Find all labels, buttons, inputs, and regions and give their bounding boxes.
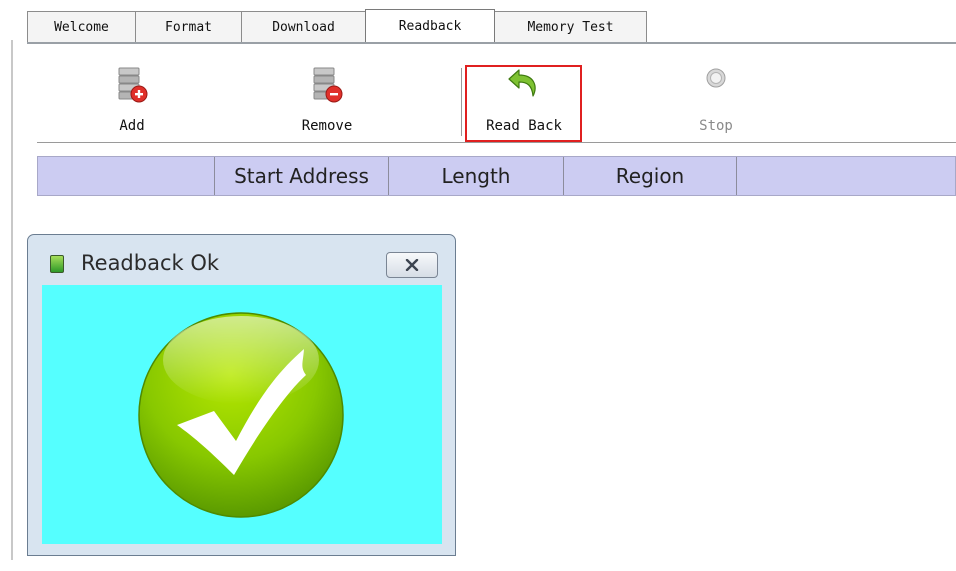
- tab-format[interactable]: Format: [135, 11, 242, 42]
- tab-memory-test-label: Memory Test: [527, 19, 614, 35]
- app-battery-icon: [50, 255, 64, 273]
- dialog-titlebar[interactable]: Readback Ok: [28, 235, 455, 285]
- remove-region-icon: [307, 66, 347, 106]
- add-button[interactable]: Add: [97, 46, 167, 143]
- tab-welcome-label: Welcome: [54, 19, 109, 35]
- remove-button[interactable]: Remove: [287, 46, 367, 143]
- column-header-start-address-label: Start Address: [234, 164, 369, 188]
- stop-label: Stop: [699, 118, 733, 134]
- tab-readback-label: Readback: [398, 18, 462, 34]
- tab-readback[interactable]: Readback: [365, 9, 495, 42]
- remove-label: Remove: [301, 118, 353, 134]
- dialog-close-button[interactable]: [386, 252, 438, 278]
- stop-icon: [696, 66, 736, 106]
- toolbar-separator: [461, 68, 462, 136]
- tab-strip: Welcome Format Download Readback Memory …: [27, 9, 956, 44]
- column-header-length[interactable]: Length: [389, 157, 564, 195]
- tab-download-label: Download: [272, 19, 335, 35]
- dialog-title: Readback Ok: [81, 251, 220, 275]
- add-label: Add: [119, 118, 145, 134]
- dialog-content: [42, 285, 442, 544]
- column-header-start-address[interactable]: Start Address: [215, 157, 389, 195]
- region-table-header: Start Address Length Region: [37, 156, 956, 196]
- green-checkmark-icon: [138, 312, 344, 518]
- column-header-region[interactable]: Region: [564, 157, 737, 195]
- column-header-length-label: Length: [441, 164, 511, 188]
- column-header-filler: [737, 157, 955, 195]
- read-back-highlight: [465, 65, 582, 142]
- tab-welcome[interactable]: Welcome: [27, 11, 136, 42]
- add-region-icon: [112, 66, 152, 106]
- stop-button[interactable]: Stop: [683, 46, 749, 143]
- readback-ok-dialog: Readback Ok: [27, 234, 456, 556]
- tab-memory-test[interactable]: Memory Test: [494, 11, 647, 42]
- window-frame-border: [11, 40, 13, 560]
- tab-format-label: Format: [165, 19, 212, 35]
- column-header-region-label: Region: [615, 164, 685, 188]
- column-header-index[interactable]: [38, 157, 215, 195]
- tab-download[interactable]: Download: [241, 11, 366, 42]
- close-icon: [405, 259, 419, 271]
